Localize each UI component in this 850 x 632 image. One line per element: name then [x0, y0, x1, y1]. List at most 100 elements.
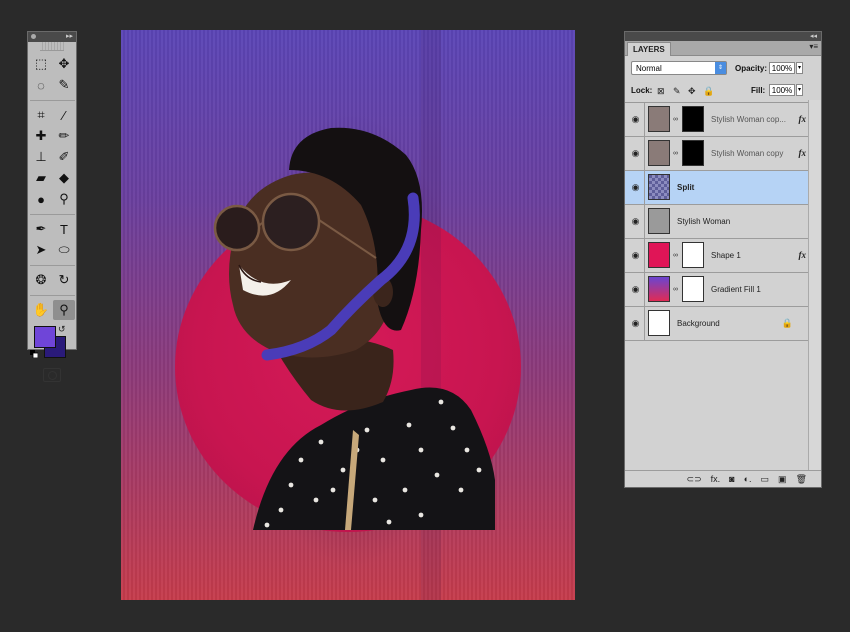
- visibility-eye-icon[interactable]: ◉: [627, 205, 645, 238]
- layer-name[interactable]: Background: [677, 319, 720, 328]
- fill-dropdown-icon[interactable]: ▾: [796, 84, 803, 96]
- mask-link-icon[interactable]: ∞: [673, 252, 678, 259]
- ellipse-shape-icon[interactable]: ⬭: [53, 240, 75, 260]
- stamp-icon[interactable]: ⊥: [30, 147, 52, 167]
- adjustment-layer-icon[interactable]: ◐.: [744, 474, 752, 484]
- add-mask-icon[interactable]: ◙: [729, 474, 734, 484]
- paint-bucket-icon[interactable]: ◆: [53, 168, 75, 188]
- layer-mask-thumbnail[interactable]: [682, 276, 704, 302]
- visibility-eye-icon[interactable]: ◉: [627, 171, 645, 204]
- lock-pixels-icon[interactable]: ✎: [673, 86, 681, 97]
- mask-link-icon[interactable]: ∞: [673, 116, 678, 123]
- tool-separator: [30, 291, 75, 296]
- layer-thumbnail[interactable]: [648, 276, 670, 302]
- new-layer-icon[interactable]: ▣: [778, 474, 787, 485]
- layers-panel-titlebar[interactable]: ◂◂: [625, 32, 821, 41]
- quick-mask-icon: [47, 370, 57, 380]
- layer-thumbnail[interactable]: [648, 140, 670, 166]
- collapse-icon[interactable]: ▸▸: [66, 32, 73, 42]
- tools-panel: ▸▸ ⬚ ✥ ◌ ✎ ⌗ ⁄ ✚ ✏ ⊥ ✐ ▰ ◆ ● ⚲ ✒ T ➤ ⬭ ❂ ↻ ✋ ⚲ ↺: [27, 31, 77, 382]
- layer-name[interactable]: Stylish Woman cop...: [711, 115, 786, 124]
- visibility-eye-icon[interactable]: ◉: [627, 273, 645, 306]
- layer-row[interactable]: ◉ Background 🔒: [625, 307, 821, 341]
- layer-thumbnail[interactable]: [648, 242, 670, 268]
- layer-thumbnail[interactable]: [648, 310, 670, 336]
- layer-thumbnail[interactable]: [648, 174, 670, 200]
- swap-colors-icon[interactable]: ↺: [58, 324, 66, 335]
- opacity-dropdown-icon[interactable]: ▾: [796, 62, 803, 74]
- layer-row[interactable]: ◉ Stylish Woman: [625, 205, 821, 239]
- brush-icon[interactable]: ✏: [53, 126, 75, 146]
- 3d-orbit-icon[interactable]: ↻: [53, 270, 75, 290]
- mask-link-icon[interactable]: ∞: [673, 150, 678, 157]
- fx-icon[interactable]: fx.: [711, 474, 721, 484]
- layer-effects-icon[interactable]: fx: [799, 250, 807, 260]
- healing-brush-icon[interactable]: ✚: [30, 126, 52, 146]
- blend-mode-value: Normal: [636, 64, 662, 73]
- eraser-icon[interactable]: ▰: [30, 168, 52, 188]
- layers-tab-row: LAYERS ▾≡: [625, 41, 821, 56]
- lock-position-icon[interactable]: ✥: [688, 86, 696, 97]
- layer-row[interactable]: ◉ Split: [625, 171, 821, 205]
- visibility-eye-icon[interactable]: ◉: [627, 239, 645, 272]
- link-layers-icon[interactable]: ⊂⊃: [687, 474, 702, 485]
- layer-row[interactable]: ◉∞Shape 1fx▾: [625, 239, 821, 273]
- visibility-eye-icon[interactable]: ◉: [627, 103, 645, 136]
- path-select-icon[interactable]: ➤: [30, 240, 52, 260]
- panel-grip[interactable]: [40, 42, 64, 51]
- history-brush-icon[interactable]: ✐: [53, 147, 75, 167]
- layer-row[interactable]: ◉ ∞ Gradient Fill 1: [625, 273, 821, 307]
- layer-row[interactable]: ◉∞Stylish Woman copyfx▾: [625, 137, 821, 171]
- tools-panel-titlebar[interactable]: ▸▸: [28, 32, 76, 42]
- zoom-icon[interactable]: ⚲: [53, 300, 75, 320]
- move-icon[interactable]: ✥: [53, 54, 75, 74]
- close-icon[interactable]: [31, 34, 36, 39]
- layer-mask-thumbnail[interactable]: [682, 242, 704, 268]
- pen-icon[interactable]: ✒: [30, 219, 52, 239]
- layer-thumbnail[interactable]: [648, 106, 670, 132]
- layer-mask-thumbnail[interactable]: [682, 140, 704, 166]
- hand-icon[interactable]: ✋: [30, 300, 52, 320]
- default-colors-icon[interactable]: [30, 350, 38, 358]
- 3d-rotate-icon[interactable]: ❂: [30, 270, 52, 290]
- dropdown-arrow-icon[interactable]: ⇕: [715, 62, 726, 74]
- visibility-eye-icon[interactable]: ◉: [627, 137, 645, 170]
- collapse-icon[interactable]: ◂◂: [810, 32, 817, 41]
- type-icon[interactable]: T: [53, 219, 75, 239]
- fill-field[interactable]: 100%: [769, 84, 795, 96]
- layer-name[interactable]: Stylish Woman: [677, 217, 730, 226]
- layers-scrollbar[interactable]: [808, 100, 821, 470]
- blur-icon[interactable]: ●: [30, 189, 52, 209]
- layer-effects-icon[interactable]: fx: [799, 148, 807, 158]
- lock-all-icon[interactable]: 🔒: [703, 86, 714, 97]
- layer-mask-thumbnail[interactable]: [682, 106, 704, 132]
- layer-thumbnail[interactable]: [648, 208, 670, 234]
- visibility-eye-icon[interactable]: ◉: [627, 307, 645, 340]
- mask-link-icon[interactable]: ∞: [673, 286, 678, 293]
- delete-layer-icon[interactable]: 🗑: [796, 474, 807, 485]
- opacity-field[interactable]: 100%: [769, 62, 795, 74]
- new-group-icon[interactable]: ▭: [761, 474, 770, 485]
- quick-select-icon[interactable]: ✎: [53, 75, 75, 95]
- panel-menu-icon[interactable]: ▾≡: [809, 42, 818, 51]
- crop-icon[interactable]: ⌗: [30, 105, 52, 125]
- eyedropper-icon[interactable]: ⁄: [53, 105, 75, 125]
- quick-mask-button[interactable]: [43, 368, 61, 382]
- layer-list: ◉∞Stylish Woman cop...fx▾◉∞Stylish Woman…: [625, 103, 821, 341]
- layer-name[interactable]: Shape 1: [711, 251, 741, 260]
- foreground-color-swatch[interactable]: [34, 326, 56, 348]
- layer-name[interactable]: Split: [677, 183, 694, 192]
- blend-mode-select[interactable]: Normal ⇕: [631, 61, 727, 75]
- lock-transparent-icon[interactable]: ⊠: [657, 86, 665, 97]
- marquee-icon[interactable]: ⬚: [30, 54, 52, 74]
- layer-name[interactable]: Gradient Fill 1: [711, 285, 761, 294]
- layer-effects-icon[interactable]: fx: [799, 114, 807, 124]
- fill-label: Fill:: [751, 86, 766, 95]
- layers-panel: ◂◂ LAYERS ▾≡ Normal ⇕ Opacity: 100% ▾ Lo…: [624, 31, 822, 488]
- dodge-icon[interactable]: ⚲: [53, 189, 75, 209]
- lasso-icon[interactable]: ◌: [30, 75, 52, 95]
- tab-layers[interactable]: LAYERS: [627, 42, 671, 56]
- layer-name[interactable]: Stylish Woman copy: [711, 149, 783, 158]
- document-canvas[interactable]: [121, 30, 575, 600]
- layer-row[interactable]: ◉∞Stylish Woman cop...fx▾: [625, 103, 821, 137]
